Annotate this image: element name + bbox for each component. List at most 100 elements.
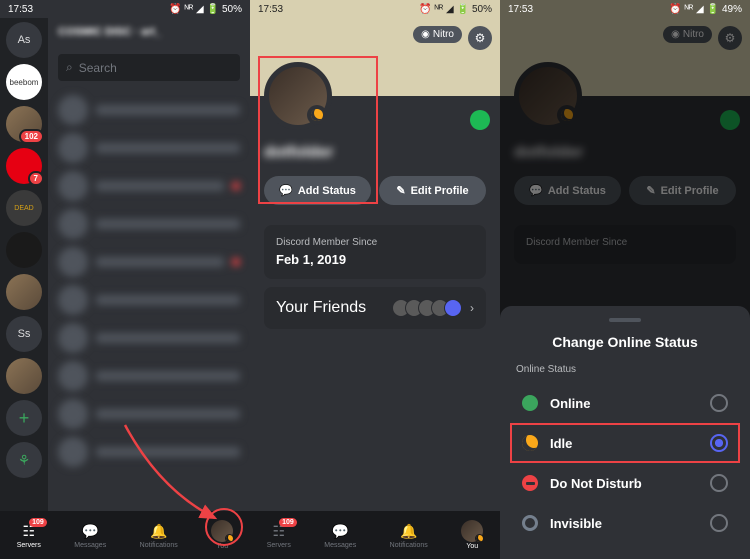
clock: 17:53 xyxy=(508,4,533,15)
server-icon[interactable]: As xyxy=(6,22,42,58)
annotation-box xyxy=(258,56,378,204)
channel-list: COSMIC DISC · art_ ⌕ Search xyxy=(48,18,250,519)
your-friends-row[interactable]: Your Friends › xyxy=(264,287,486,329)
server-icon[interactable]: DEAD xyxy=(6,190,42,226)
messages-icon: 💬 xyxy=(330,521,350,541)
add-status-button[interactable]: 💬Add Status xyxy=(514,176,621,205)
nav-servers[interactable]: ☷109 Servers xyxy=(17,521,41,549)
server-icon[interactable] xyxy=(6,358,42,394)
panel-status-sheet: 17:53 ⏰ ᴺᴿ ◢ 🔋49% ◉Nitro ⚙ dotfolder 💬Ad… xyxy=(500,0,750,559)
status-bar: 17:53 ⏰ ᴺᴿ ◢ 🔋49% xyxy=(500,0,750,18)
servers-icon: ☷109 xyxy=(19,521,39,541)
pencil-icon: ✎ xyxy=(396,184,405,197)
online-icon xyxy=(522,395,538,411)
pencil-icon: ✎ xyxy=(646,184,655,197)
chevron-right-icon: › xyxy=(470,301,474,315)
nitro-icon: ◉ xyxy=(671,29,680,40)
dm-item[interactable] xyxy=(58,395,240,433)
dm-item[interactable] xyxy=(58,281,240,319)
edit-profile-button[interactable]: ✎Edit Profile xyxy=(379,176,486,205)
gear-icon: ⚙ xyxy=(725,31,736,45)
nav-servers[interactable]: ☷109Servers xyxy=(267,521,291,549)
status-icons: ⏰ ᴺᴿ ◢ 🔋49% xyxy=(669,4,742,15)
status-indicator xyxy=(557,105,577,125)
status-bar: 17:53 ⏰ ᴺᴿ ◢ 🔋50% xyxy=(0,0,250,18)
avatar-icon xyxy=(461,520,483,542)
dm-item[interactable] xyxy=(58,129,240,167)
panel-server-list: 17:53 ⏰ ᴺᴿ ◢ 🔋50% As beebom 102 7 DEAD S… xyxy=(0,0,250,559)
nav-you[interactable]: You xyxy=(461,520,483,550)
panel-profile: 17:53 ⏰ ᴺᴿ ◢ 🔋50% ◉Nitro ⚙ dotfolder 💬Ad… xyxy=(250,0,500,559)
bell-icon: 🔔 xyxy=(399,521,419,541)
profile-avatar[interactable] xyxy=(514,62,582,130)
nitro-button[interactable]: ◉Nitro xyxy=(663,26,712,43)
search-input[interactable]: ⌕ Search xyxy=(58,54,240,81)
card-label: Discord Member Since xyxy=(276,237,474,248)
annotation-circle xyxy=(205,508,243,546)
search-icon: ⌕ xyxy=(66,60,73,75)
add-server-button[interactable]: + xyxy=(6,400,42,436)
radio xyxy=(710,514,728,532)
dm-item[interactable] xyxy=(58,205,240,243)
dm-item[interactable] xyxy=(58,433,240,471)
status-sheet: Change Online Status Online Status Onlin… xyxy=(500,306,750,559)
radio xyxy=(710,474,728,492)
server-icon[interactable]: Ss xyxy=(6,316,42,352)
annotation-box xyxy=(510,423,740,463)
card-value: Feb 1, 2019 xyxy=(276,252,474,267)
member-since-card: Discord Member Since Feb 1, 2019 xyxy=(264,225,486,279)
edit-profile-button[interactable]: ✎Edit Profile xyxy=(629,176,736,205)
chat-icon: 💬 xyxy=(529,184,543,197)
dnd-icon xyxy=(522,475,538,491)
spotify-badge[interactable] xyxy=(720,110,740,130)
server-icon[interactable]: beebom xyxy=(6,64,42,100)
settings-button[interactable]: ⚙ xyxy=(468,26,492,50)
sheet-section-label: Online Status xyxy=(516,364,734,375)
nav-notifications[interactable]: 🔔Notifications xyxy=(390,521,428,549)
nav-messages[interactable]: 💬Messages xyxy=(324,521,356,549)
spotify-badge[interactable] xyxy=(470,110,490,130)
clock: 17:53 xyxy=(8,4,33,15)
radio xyxy=(710,394,728,412)
settings-button[interactable]: ⚙ xyxy=(718,26,742,50)
friend-avatars xyxy=(397,299,462,317)
discover-button[interactable]: ⚘ xyxy=(6,442,42,478)
dm-item[interactable] xyxy=(58,243,240,281)
friends-label: Your Friends xyxy=(276,299,366,317)
server-name[interactable]: COSMIC DISC · art_ xyxy=(58,26,240,46)
messages-icon: 💬 xyxy=(80,521,100,541)
nav-notifications[interactable]: 🔔Notifications xyxy=(140,521,178,549)
status-bar: 17:53 ⏰ ᴺᴿ ◢ 🔋50% xyxy=(250,0,500,18)
server-rail: As beebom 102 7 DEAD Ss + ⚘ xyxy=(0,18,48,559)
status-option-dnd[interactable]: Do Not Disturb xyxy=(516,463,734,503)
server-icon[interactable]: 7 xyxy=(6,148,42,184)
status-option-invisible[interactable]: Invisible xyxy=(516,503,734,543)
gear-icon: ⚙ xyxy=(475,31,486,45)
dm-item[interactable] xyxy=(58,91,240,129)
status-icons: ⏰ ᴺᴿ ◢ 🔋50% xyxy=(419,4,492,15)
status-icons: ⏰ ᴺᴿ ◢ 🔋50% xyxy=(169,4,242,15)
nav-messages[interactable]: 💬Messages xyxy=(74,521,106,549)
server-icon[interactable] xyxy=(6,232,42,268)
username: dotfolder xyxy=(514,144,736,162)
nitro-button[interactable]: ◉Nitro xyxy=(413,26,462,43)
dm-item[interactable] xyxy=(58,167,240,205)
status-option-online[interactable]: Online xyxy=(516,383,734,423)
badge: 7 xyxy=(28,171,44,186)
clock: 17:53 xyxy=(258,4,283,15)
idle-icon xyxy=(561,109,573,121)
sheet-title: Change Online Status xyxy=(516,334,734,350)
server-icon[interactable]: 102 xyxy=(6,106,42,142)
dm-item[interactable] xyxy=(58,357,240,395)
nitro-icon: ◉ xyxy=(421,29,430,40)
bell-icon: 🔔 xyxy=(149,521,169,541)
servers-icon: ☷109 xyxy=(269,521,289,541)
card-label: Discord Member Since xyxy=(526,237,724,248)
server-icon[interactable] xyxy=(6,274,42,310)
badge: 102 xyxy=(19,129,44,144)
sheet-handle[interactable] xyxy=(609,318,641,322)
dm-item[interactable] xyxy=(58,319,240,357)
member-since-card: Discord Member Since xyxy=(514,225,736,264)
invisible-icon xyxy=(522,515,538,531)
status-option-idle[interactable]: Idle xyxy=(516,423,734,463)
